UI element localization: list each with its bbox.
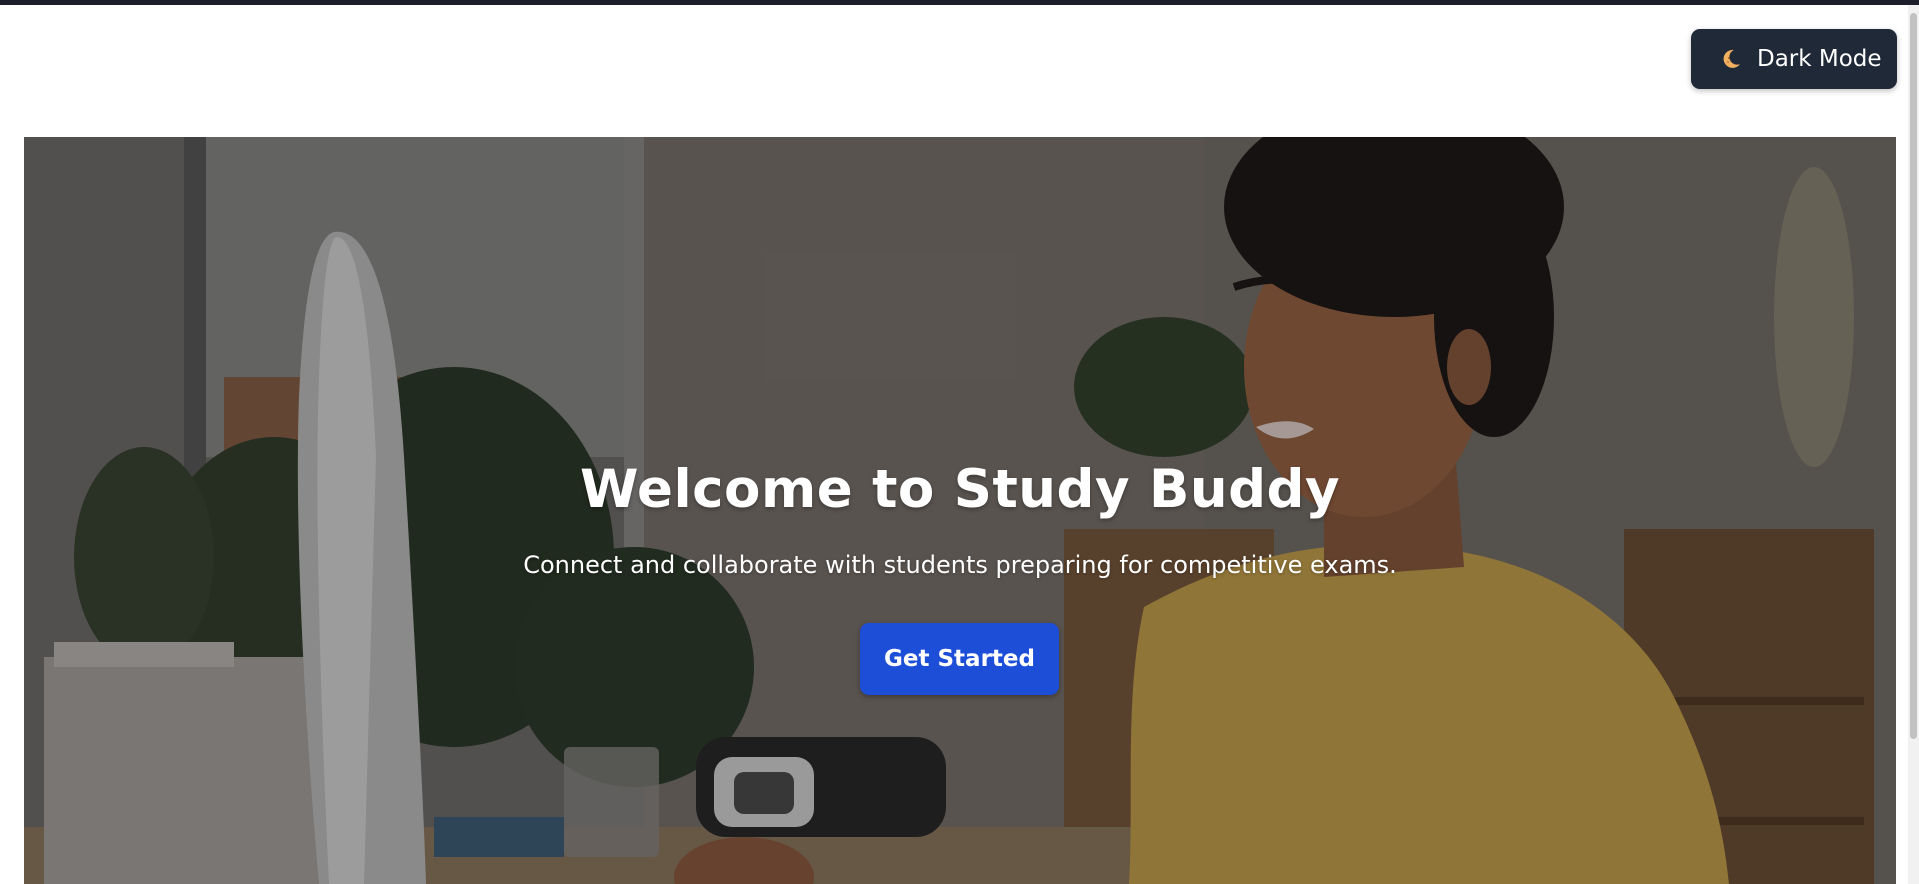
dark-mode-toggle-button[interactable]: Dark Mode [1691,29,1897,89]
hero-subtitle: Connect and collaborate with students pr… [523,551,1397,579]
window-top-border [0,0,1919,5]
scrollbar-thumb[interactable] [1910,13,1917,739]
moon-icon [1723,49,1740,68]
get-started-button[interactable]: Get Started [860,623,1059,695]
hero-title: Welcome to Study Buddy [579,459,1341,520]
page-scrollbar[interactable] [1908,5,1919,884]
hero-section: Welcome to Study Buddy Connect and colla… [24,137,1896,884]
dark-mode-label: Dark Mode [1757,46,1882,72]
